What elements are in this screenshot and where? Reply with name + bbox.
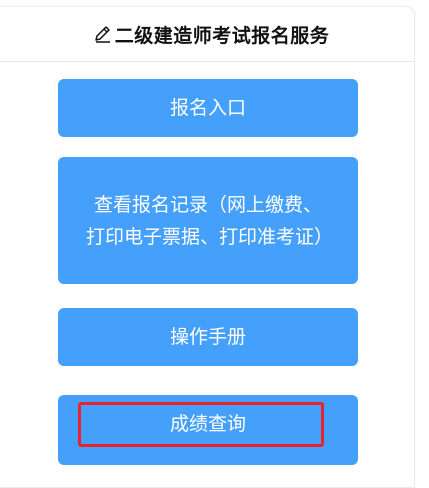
- score-query-label: 成绩查询: [169, 413, 246, 435]
- view-registration-records-button[interactable]: 查看报名记录（网上缴费、打印电子票据、打印准考证）: [58, 157, 358, 284]
- panel-header: 二级建造师考试报名服务: [0, 7, 414, 62]
- title-group: 二级建造师考试报名服务: [93, 21, 330, 48]
- operation-manual-button[interactable]: 操作手册: [58, 308, 358, 366]
- pen-icon: [93, 24, 113, 44]
- page-title: 二级建造师考试报名服务: [114, 24, 330, 47]
- register-entry-button[interactable]: 报名入口: [58, 79, 358, 137]
- page: 二级建造师考试报名服务 报名入口 查看报名记录（网上缴费、打印电子票据、打印准考…: [0, 0, 429, 488]
